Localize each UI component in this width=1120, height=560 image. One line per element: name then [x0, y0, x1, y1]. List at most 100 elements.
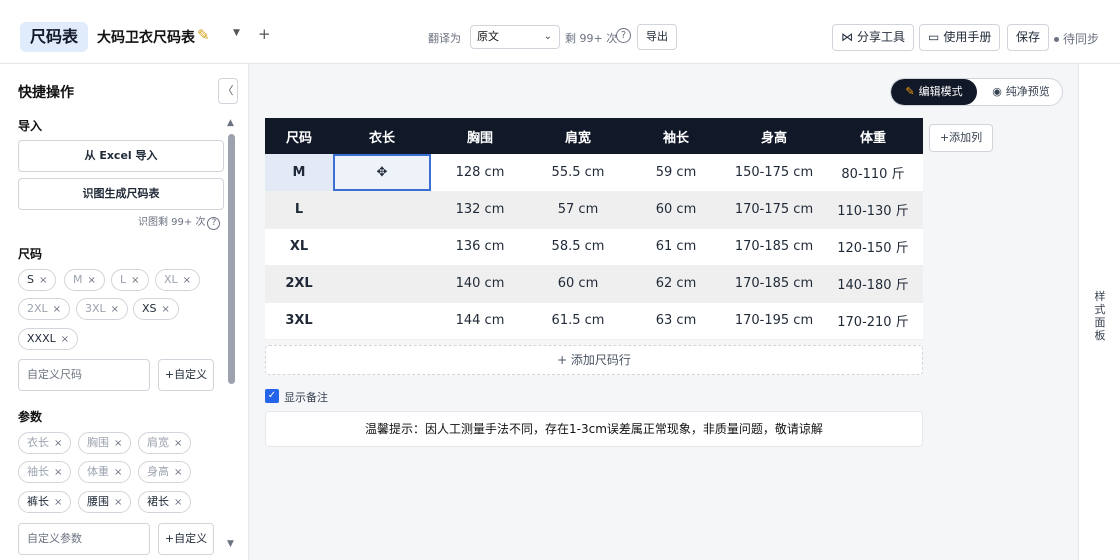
table-cell[interactable]	[333, 302, 431, 340]
size-chip-xl[interactable]: XL ×	[155, 269, 201, 291]
param-chip-shoulder[interactable]: 肩宽 ×	[138, 432, 192, 454]
add-custom-size-button[interactable]: +自定义	[158, 359, 214, 391]
table-cell[interactable]: 170-185 cm	[725, 228, 823, 266]
close-icon[interactable]: ×	[114, 438, 122, 449]
close-icon[interactable]: ×	[131, 275, 139, 286]
collapse-sidebar-button[interactable]: 〈	[218, 78, 238, 104]
param-chip-skirt[interactable]: 裙长 ×	[138, 491, 192, 513]
table-cell[interactable]: 140 cm	[431, 265, 529, 303]
param-chip-sleeve[interactable]: 袖长 ×	[18, 461, 72, 483]
size-cell[interactable]: L	[265, 191, 333, 229]
share-tool-button[interactable]: ⋈ 分享工具	[832, 24, 915, 51]
table-cell[interactable]: 150-175 cm	[725, 154, 823, 192]
manual-button[interactable]: ▭ 使用手册	[919, 24, 1001, 51]
sidebar-scrollbar[interactable]	[228, 134, 235, 384]
table-cell[interactable]: 59 cm	[627, 154, 725, 192]
table-cell[interactable]: 60 cm	[529, 265, 627, 303]
style-panel-tab[interactable]: 样式面板	[1078, 64, 1120, 560]
close-icon[interactable]: ×	[174, 497, 182, 508]
excel-import-button[interactable]: 从 Excel 导入	[18, 140, 224, 172]
table-cell[interactable]	[333, 191, 431, 229]
export-button[interactable]: 导出	[637, 24, 677, 50]
close-icon[interactable]: ×	[183, 275, 191, 286]
preview-mode-button[interactable]: ◉ 纯净预览	[979, 79, 1062, 105]
size-chip-xxxl[interactable]: XXXL ×	[18, 328, 79, 350]
table-cell[interactable]: 55.5 cm	[529, 154, 627, 192]
table-cell[interactable]: 120-150 斤	[823, 228, 923, 266]
table-cell[interactable]: 170-210 斤	[823, 302, 923, 340]
table-cell[interactable]: 170-195 cm	[725, 302, 823, 340]
close-icon[interactable]: ×	[114, 497, 122, 508]
close-icon[interactable]: ×	[88, 275, 96, 286]
table-cell[interactable]: 128 cm	[431, 154, 529, 192]
close-icon[interactable]: ×	[162, 304, 170, 315]
document-title[interactable]: 大码卫衣尺码表	[97, 27, 195, 47]
param-chip-height[interactable]: 身高 ×	[138, 461, 192, 483]
close-icon[interactable]: ×	[39, 275, 47, 286]
table-cell[interactable]: 63 cm	[627, 302, 725, 340]
size-chip-xs[interactable]: XS ×	[133, 298, 179, 320]
param-chip-weight[interactable]: 体重 ×	[78, 461, 132, 483]
column-header[interactable]: 体重	[823, 118, 923, 154]
size-cell[interactable]: 2XL	[265, 265, 333, 303]
column-header[interactable]: 衣长	[333, 118, 431, 154]
table-cell[interactable]	[333, 228, 431, 266]
param-chip-pants[interactable]: 裤长 ×	[18, 491, 72, 513]
note-text[interactable]: 温馨提示：因人工测量手法不同，存在1-3cm误差属正常现象，非质量问题，敬请谅解	[265, 411, 923, 447]
table-cell[interactable]: 144 cm	[431, 302, 529, 340]
add-size-row-button[interactable]: + 添加尺码行	[265, 345, 923, 375]
table-cell[interactable]: 132 cm	[431, 191, 529, 229]
close-icon[interactable]: ×	[54, 467, 62, 478]
table-cell[interactable]: 62 cm	[627, 265, 725, 303]
table-cell-focused[interactable]: ✥	[333, 154, 431, 192]
column-header[interactable]: 尺码	[265, 118, 333, 154]
size-chip-m[interactable]: M ×	[64, 269, 105, 291]
help-icon[interactable]: ?	[616, 28, 631, 43]
size-cell[interactable]: M	[265, 154, 333, 192]
size-chip-2xl[interactable]: 2XL ×	[18, 298, 71, 320]
param-chip-length[interactable]: 衣长 ×	[18, 432, 72, 454]
table-cell[interactable]: 110-130 斤	[823, 191, 923, 229]
custom-size-input[interactable]: 自定义尺码	[18, 359, 150, 391]
close-icon[interactable]: ×	[54, 497, 62, 508]
table-cell[interactable]: 61.5 cm	[529, 302, 627, 340]
table-cell[interactable]: 80-110 斤	[823, 154, 923, 192]
ocr-generate-button[interactable]: 识图生成尺码表	[18, 178, 224, 210]
table-cell[interactable]: 140-180 斤	[823, 265, 923, 303]
table-cell[interactable]: 60 cm	[627, 191, 725, 229]
help-icon[interactable]: ?	[207, 217, 221, 230]
add-custom-param-button[interactable]: +自定义	[158, 523, 214, 555]
size-cell[interactable]: 3XL	[265, 302, 333, 340]
size-chip-l[interactable]: L ×	[111, 269, 149, 291]
show-note-checkbox[interactable]: ✓	[265, 389, 279, 403]
new-tab-button[interactable]: +	[258, 25, 271, 43]
show-note-label[interactable]: 显示备注	[284, 389, 328, 405]
scroll-up-icon[interactable]: ▲	[227, 118, 234, 128]
custom-param-input[interactable]: 自定义参数	[18, 523, 150, 555]
close-icon[interactable]: ×	[53, 304, 61, 315]
brand-logo[interactable]: 尺码表	[20, 22, 89, 52]
table-cell[interactable]: 61 cm	[627, 228, 725, 266]
column-header[interactable]: 肩宽	[529, 118, 627, 154]
scroll-down-icon[interactable]: ▼	[227, 539, 234, 549]
size-chip-s[interactable]: S ×	[18, 269, 57, 291]
add-column-button[interactable]: +添加列	[929, 124, 993, 152]
close-icon[interactable]: ×	[61, 334, 69, 345]
size-cell[interactable]: XL	[265, 228, 333, 266]
table-cell[interactable]: 58.5 cm	[529, 228, 627, 266]
column-header[interactable]: 身高	[725, 118, 823, 154]
close-icon[interactable]: ×	[114, 467, 122, 478]
param-chip-waist[interactable]: 腰围 ×	[78, 491, 132, 513]
table-cell[interactable]: 136 cm	[431, 228, 529, 266]
table-cell[interactable]: 170-185 cm	[725, 265, 823, 303]
close-icon[interactable]: ×	[174, 438, 182, 449]
table-cell[interactable]	[333, 265, 431, 303]
close-icon[interactable]: ×	[54, 438, 62, 449]
close-icon[interactable]: ×	[111, 304, 119, 315]
column-header[interactable]: 袖长	[627, 118, 725, 154]
chevron-down-icon[interactable]: ▼	[233, 28, 240, 38]
save-button[interactable]: 保存	[1007, 24, 1050, 51]
size-chip-3xl[interactable]: 3XL ×	[76, 298, 129, 320]
language-select[interactable]: 原文 ⌄	[470, 25, 560, 49]
close-icon[interactable]: ×	[174, 467, 182, 478]
